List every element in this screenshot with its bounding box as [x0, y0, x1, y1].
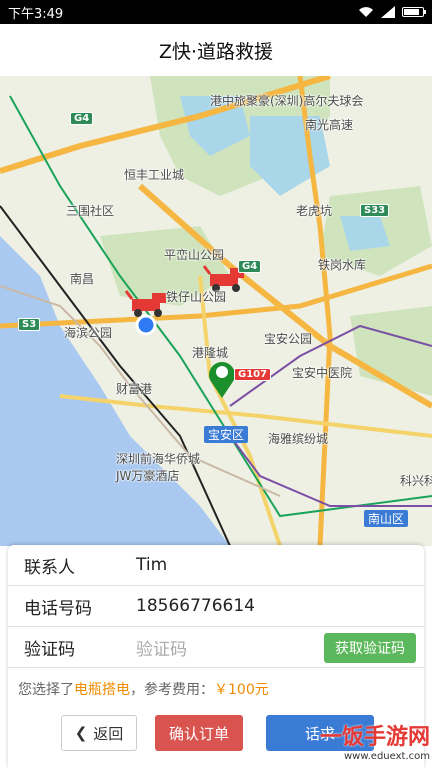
watermark-main: 一饭手游网: [319, 724, 430, 750]
map-label: 宝安中医院: [292, 366, 353, 380]
map-label: 宝安公园: [264, 332, 313, 346]
map-label: 恒丰工业城: [124, 168, 185, 182]
watermark-logo: 一饭手游网 www.eduext.com: [320, 719, 430, 762]
code-input[interactable]: 验证码: [136, 635, 187, 660]
map-label: 港隆城: [192, 346, 229, 360]
battery-icon: [402, 7, 426, 17]
signal-icon: [381, 6, 395, 18]
header: Z快·道路救援: [0, 24, 432, 77]
map-label: 海雅缤纷城: [268, 432, 329, 446]
map-label: 平峦山公园: [164, 248, 225, 262]
highway-shield: G107: [234, 368, 272, 381]
map-label: 财富港: [116, 382, 153, 396]
map-label: 三围社区: [66, 204, 115, 218]
contact-label: 联系人: [24, 557, 75, 578]
map-label: 铁岗水库: [318, 258, 367, 272]
highway-shield: S33: [360, 204, 390, 217]
price: ￥100元: [214, 682, 269, 698]
service-name: 电瓶搭电: [74, 682, 130, 698]
highway-shield: G4: [70, 112, 94, 125]
watermark-url: www.eduext.com: [344, 751, 430, 762]
district-label: 南山区: [364, 510, 409, 527]
phone-input[interactable]: 18566776614: [136, 596, 255, 616]
info-prefix: 您选择了: [18, 682, 74, 698]
code-row: 验证码 验证码 获取验证码: [8, 627, 424, 668]
contact-row: 联系人 Tim: [8, 545, 424, 586]
back-button[interactable]: ❮ 返回: [61, 715, 137, 751]
map-label: 铁仔山公园: [166, 290, 227, 304]
phone-row: 电话号码 18566776614: [8, 586, 424, 627]
my-location-icon: [135, 314, 157, 336]
code-label: 验证码: [24, 639, 75, 660]
service-info: 您选择了电瓶搭电，参考费用：￥100元: [18, 679, 269, 699]
map-label: 科兴科: [400, 474, 432, 488]
map-label: 海滨公园: [64, 326, 113, 340]
contact-input[interactable]: Tim: [136, 555, 167, 575]
phone-label: 电话号码: [24, 598, 92, 619]
location-pin-icon[interactable]: [209, 362, 235, 398]
highway-shield: S3: [18, 318, 41, 331]
map-label: 老虎坑: [296, 204, 333, 218]
district-label: 宝安区: [204, 426, 249, 443]
get-code-button[interactable]: 获取验证码: [324, 633, 416, 663]
map-label: 港中旅聚豪(深圳)高尔夫球会: [210, 94, 364, 108]
status-bar: 下午3:49: [0, 0, 432, 24]
map-label: 南昌: [70, 272, 95, 286]
map-label: 深圳前海华侨城JW万豪酒店: [116, 452, 201, 483]
map-label: 南光高速: [305, 118, 354, 132]
back-label: 返回: [93, 724, 124, 743]
page-title: Z快·道路救援: [158, 40, 274, 63]
map-base: [0, 76, 432, 546]
map-view[interactable]: 港中旅聚豪(深圳)高尔夫球会 南光高速 恒丰工业城 三围社区 老虎坑 平峦山公园…: [0, 76, 432, 546]
highway-shield: G4: [238, 260, 262, 273]
wifi-icon: [359, 7, 373, 17]
status-time: 下午3:49: [8, 6, 64, 22]
chevron-left-icon: ❮: [74, 724, 88, 742]
confirm-order-button[interactable]: 确认订单: [155, 715, 243, 751]
info-mid: ，参考费用：: [130, 682, 214, 698]
